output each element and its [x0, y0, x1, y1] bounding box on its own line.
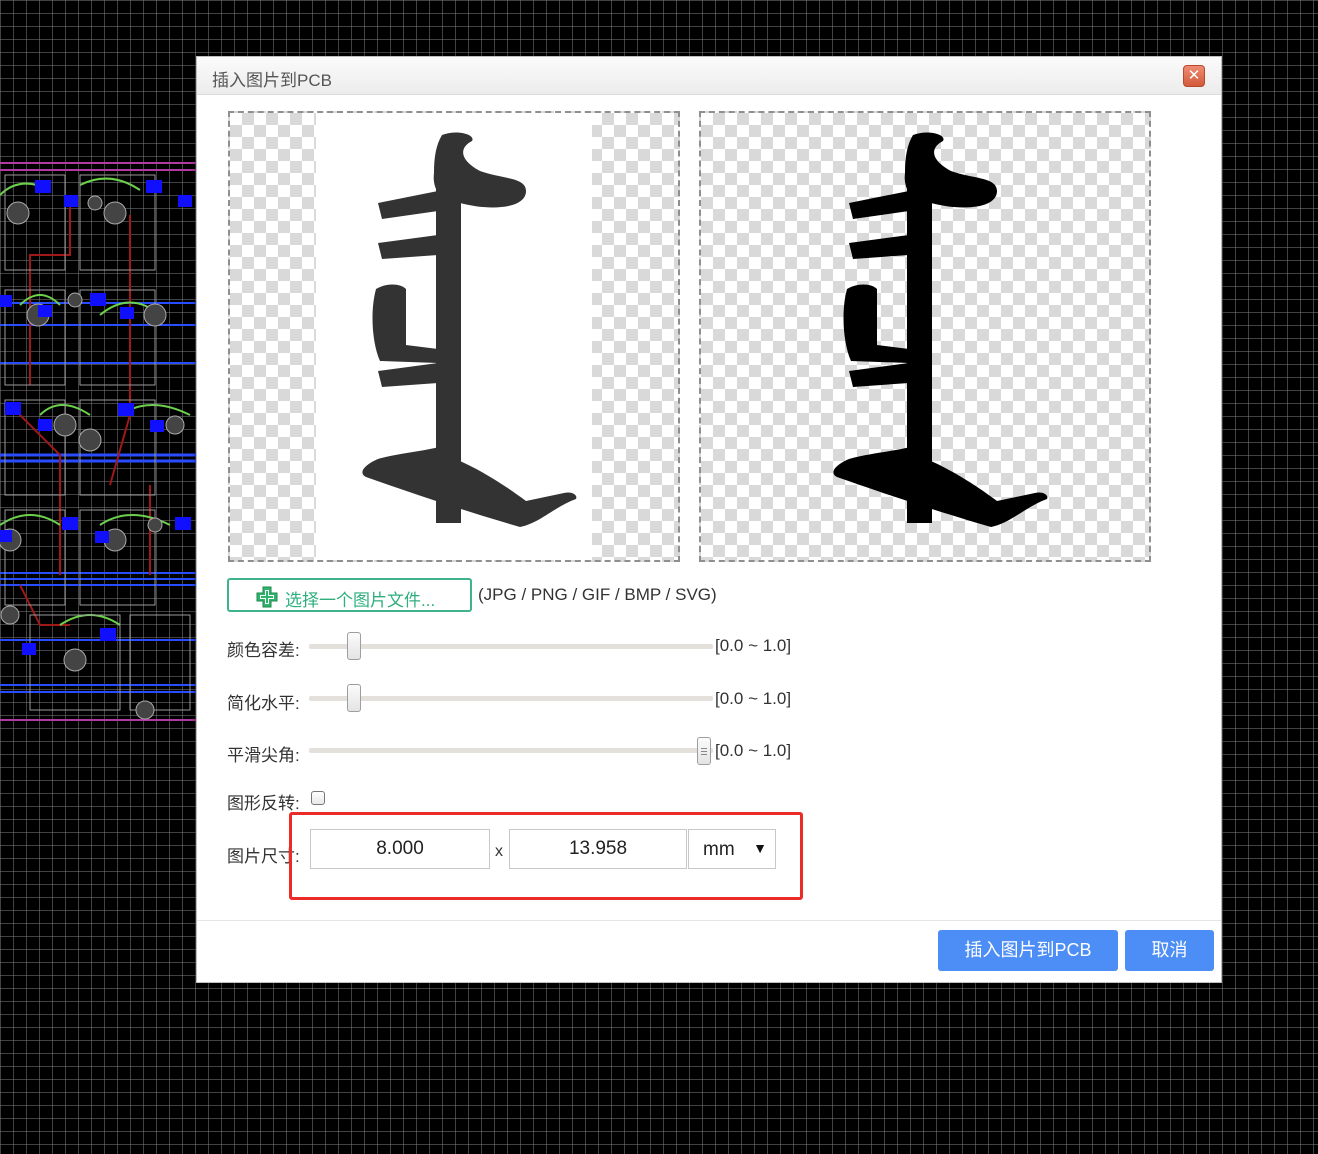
original-image-preview	[228, 111, 680, 562]
smooth-corners-label: 平滑尖角:	[227, 746, 300, 765]
processed-image-preview	[699, 111, 1151, 562]
invert-shape-label: 图形反转:	[227, 794, 300, 813]
pcb-canvas-fragment	[0, 155, 196, 723]
color-tolerance-range: [0.0 ~ 1.0]	[715, 636, 792, 655]
simplify-level-slider[interactable]	[309, 696, 713, 701]
supported-formats-text: (JPG / PNG / GIF / BMP / SVG)	[478, 585, 717, 604]
color-tolerance-label: 颜色容差:	[227, 641, 300, 660]
processed-image	[833, 132, 1048, 527]
simplify-level-label: 简化水平:	[227, 694, 300, 713]
simplify-level-slider-handle[interactable]	[347, 684, 361, 712]
color-tolerance-slider[interactable]	[309, 644, 713, 649]
red-highlight-annotation	[289, 812, 803, 900]
dialog-footer-divider	[197, 920, 1221, 921]
insert-image-button[interactable]: 插入图片到PCB	[938, 930, 1118, 971]
cancel-button[interactable]: 取消	[1125, 930, 1214, 971]
original-image	[316, 113, 592, 560]
close-icon[interactable]: ✕	[1183, 65, 1205, 87]
simplify-level-range: [0.0 ~ 1.0]	[715, 689, 792, 708]
choose-image-file-button[interactable]: 选择一个图片文件...	[227, 578, 472, 612]
insert-image-dialog: 插入图片到PCB ✕ 选择一个图片文件... (JPG / PNG / GIF …	[196, 56, 1222, 983]
color-tolerance-slider-handle[interactable]	[347, 632, 361, 660]
invert-shape-checkbox[interactable]	[311, 791, 325, 805]
smooth-corners-range: [0.0 ~ 1.0]	[715, 741, 792, 760]
smooth-corners-slider-handle[interactable]	[697, 737, 711, 765]
choose-image-file-label: 选择一个图片文件...	[285, 591, 436, 610]
processed-glyph	[833, 132, 1048, 527]
dialog-titlebar[interactable]: 插入图片到PCB ✕	[197, 57, 1221, 95]
dialog-title: 插入图片到PCB	[212, 71, 332, 90]
smooth-corners-slider[interactable]	[309, 748, 713, 753]
plus-icon	[256, 586, 278, 608]
